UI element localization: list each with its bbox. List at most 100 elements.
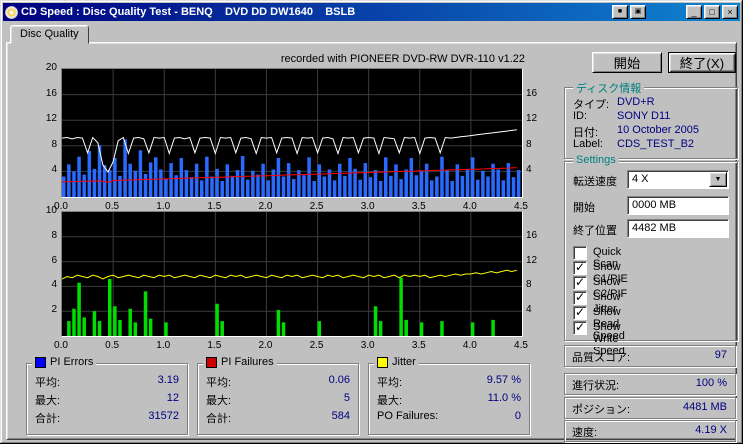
position-value: 4481 MB xyxy=(683,401,727,413)
axis-tick-label: 4 xyxy=(526,304,550,315)
dropdown-arrow-icon: ▼ xyxy=(715,176,722,183)
close-icon: × xyxy=(727,7,732,17)
axis-tick-label: 8 xyxy=(526,279,550,290)
disc-info-group: ディスク情報 タイプ:DVD+R ID:SONY D11 日付:10 Octob… xyxy=(564,87,738,159)
app-window: CD Speed : Disc Quality Test - BENQ DVD … xyxy=(0,0,743,444)
minimize-icon: _ xyxy=(691,7,696,17)
maximize-button[interactable]: □ xyxy=(704,5,720,19)
titlebar-extra-button-2[interactable]: ▣ xyxy=(630,5,646,19)
quality-score-label: 品質スコア: xyxy=(572,349,630,365)
window-title: CD Speed : Disc Quality Test - BENQ DVD … xyxy=(21,6,610,18)
legend-label: 平均: xyxy=(206,374,231,390)
position-row: ポジション: 4481 MB xyxy=(564,397,736,419)
checkbox-box[interactable]: ✓ xyxy=(573,276,587,290)
quality-score-row: 品質スコア: 97 xyxy=(564,345,736,367)
axis-tick-label: 12 xyxy=(33,113,57,124)
progress-label: 進行状況: xyxy=(572,377,619,393)
legend-value: 5 xyxy=(344,392,350,404)
legend-value: 11.0 % xyxy=(488,392,521,404)
start-button[interactable]: 開始 xyxy=(592,52,662,73)
axis-tick-label: 0.5 xyxy=(100,340,124,351)
check-icon: ✓ xyxy=(575,290,585,304)
minimize-button[interactable]: _ xyxy=(686,5,702,19)
axis-tick-label: 12 xyxy=(526,113,550,124)
legend-value: 3.19 xyxy=(158,374,179,386)
legend-label: 平均: xyxy=(35,374,60,390)
disc-info-label: ID: xyxy=(573,110,587,122)
close-button[interactable]: × xyxy=(722,5,738,19)
axis-tick-label: 0.0 xyxy=(49,340,73,351)
position-label: ポジション: xyxy=(572,401,630,417)
checkbox-box[interactable]: ✓ xyxy=(573,291,587,305)
start-pos-label: 開始 xyxy=(573,199,595,215)
axis-tick-label: 20 xyxy=(33,62,57,73)
settings-group: Settings 転送速度 4 X ▼ 開始 0000 MB 終了位置 4482… xyxy=(564,161,738,341)
axis-tick-label: 16 xyxy=(526,230,550,241)
check-icon: ✓ xyxy=(575,320,585,334)
axis-tick-label: 1.0 xyxy=(151,340,175,351)
axis-tick-label: 6 xyxy=(33,255,57,266)
legend-pi-failures: PI Failures 平均:0.06 最大:5 合計:584 xyxy=(197,363,359,435)
axis-tick-label: 12 xyxy=(526,255,550,266)
pixel-icon: ■ xyxy=(618,7,622,17)
check-icon: ✓ xyxy=(575,275,585,289)
axis-tick-label: 1.5 xyxy=(202,340,226,351)
end-pos-value: 4482 MB xyxy=(632,222,676,234)
axis-tick-label: 4 xyxy=(33,164,57,175)
checkbox-box[interactable] xyxy=(573,246,587,260)
checkbox-box[interactable]: ✓ xyxy=(573,306,587,320)
speed-row: 速度: 4.19 X xyxy=(564,420,736,442)
axis-tick-label: 10 xyxy=(33,205,57,216)
speed-row-label: 速度: xyxy=(572,424,597,440)
axis-tick-label: 8 xyxy=(33,230,57,241)
start-pos-value: 0000 MB xyxy=(632,199,676,211)
axis-tick-label: 4 xyxy=(33,279,57,290)
legend-pi-errors: PI Errors 平均:3.19 最大:12 合計:31572 xyxy=(26,363,188,435)
pixel-icon: ▣ xyxy=(635,7,642,17)
legend-label: 合計: xyxy=(206,410,231,426)
settings-title: Settings xyxy=(573,154,619,166)
titlebar[interactable]: CD Speed : Disc Quality Test - BENQ DVD … xyxy=(3,3,740,21)
start-pos-field[interactable]: 0000 MB xyxy=(627,196,729,215)
disc-info-value: CDS_TEST_B2 xyxy=(617,138,694,150)
speed-select[interactable]: 4 X ▼ xyxy=(627,170,729,189)
speed-dropdown-button[interactable]: ▼ xyxy=(709,172,727,187)
axis-tick-label: 8 xyxy=(33,139,57,150)
disc-info-value: DVD+R xyxy=(617,96,655,108)
axis-tick-label: 2 xyxy=(33,304,57,315)
axis-tick-label: 16 xyxy=(526,88,550,99)
app-icon xyxy=(5,6,18,19)
legend-label: 平均: xyxy=(377,374,402,390)
checkbox-box[interactable]: ✓ xyxy=(573,321,587,335)
speed-row-value: 4.19 X xyxy=(695,424,727,436)
legend-value: 12 xyxy=(167,392,179,404)
end-pos-label: 終了位置 xyxy=(573,222,617,238)
legend-title-text: PI Failures xyxy=(221,356,274,368)
legend-color-1 xyxy=(206,357,217,368)
titlebar-extra-button-1[interactable]: ■ xyxy=(612,5,628,19)
exit-button[interactable]: 終了(X) xyxy=(668,52,736,73)
tab-disc-quality[interactable]: Disc Quality xyxy=(10,25,89,44)
legend-value: 0 xyxy=(515,410,521,422)
legend-value: 31572 xyxy=(148,410,179,422)
legend-label: 最大: xyxy=(206,392,231,408)
legend-color-2 xyxy=(377,357,388,368)
axis-tick-label: 4 xyxy=(526,164,550,175)
legend-label: 最大: xyxy=(35,392,60,408)
maximize-icon: □ xyxy=(709,7,714,17)
recorded-note: recorded with PIONEER DVD-RW DVR-110 v1.… xyxy=(207,53,525,65)
end-pos-field[interactable]: 4482 MB xyxy=(627,219,729,238)
checkbox-box[interactable]: ✓ xyxy=(573,261,587,275)
main-panel: recorded with PIONEER DVD-RW DVR-110 v1.… xyxy=(6,42,737,440)
disc-info-label: Label: xyxy=(573,138,603,150)
speed-select-value: 4 X xyxy=(632,173,649,185)
axis-tick-label: 2.0 xyxy=(253,340,277,351)
legend-jitter: Jitter 平均:9.57 % 最大:11.0 % PO Failures:0 xyxy=(368,363,530,435)
legend-title: Jitter xyxy=(374,356,419,368)
axis-tick-label: 3.5 xyxy=(407,340,431,351)
legend-value: 9.57 % xyxy=(487,374,521,386)
axis-tick-label: 3.0 xyxy=(356,340,380,351)
axis-tick-label: 8 xyxy=(526,139,550,150)
axis-tick-label: 4.0 xyxy=(458,340,482,351)
progress-value: 100 % xyxy=(696,377,727,389)
